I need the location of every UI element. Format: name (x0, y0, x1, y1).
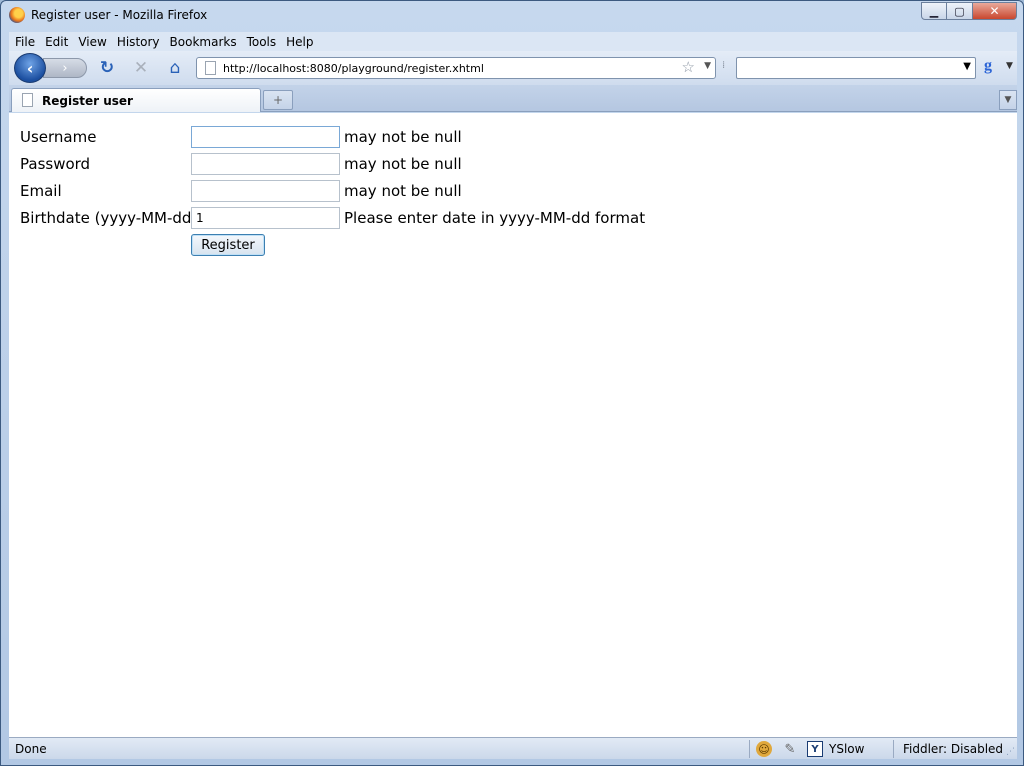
bookmark-star-icon[interactable]: ☆ (682, 58, 695, 76)
menu-history[interactable]: History (112, 35, 165, 49)
menu-edit[interactable]: Edit (40, 35, 73, 49)
url-dropdown-icon[interactable]: ▼ (704, 61, 711, 71)
page-icon (22, 93, 33, 107)
arrow-right-icon: › (62, 60, 68, 76)
menu-bookmarks[interactable]: Bookmarks (165, 35, 242, 49)
yslow-label[interactable]: YSlow (829, 742, 864, 756)
back-button[interactable]: ‹ (14, 53, 46, 83)
greasemonkey-icon[interactable]: ☺ (756, 741, 772, 757)
menu-bar: File Edit View History Bookmarks Tools H… (9, 32, 1017, 51)
email-error: may not be null (344, 182, 462, 200)
username-label: Username (20, 128, 97, 146)
resize-grip-icon[interactable]: ⋰ (1006, 747, 1015, 757)
tab-register-user[interactable]: Register user (11, 88, 261, 112)
search-dropdown-icon[interactable]: ▼ (963, 61, 971, 72)
arrow-left-icon: ‹ (26, 58, 34, 78)
status-text: Done (15, 742, 47, 756)
page-icon (205, 61, 216, 75)
browser-window: Register user - Mozilla Firefox ▁ ▢ ✕ Fi… (0, 0, 1024, 766)
menu-tools[interactable]: Tools (242, 35, 282, 49)
maximize-button[interactable]: ▢ (947, 2, 973, 20)
fiddler-status[interactable]: Fiddler: Disabled (903, 742, 1003, 756)
caption-buttons: ▁ ▢ ✕ (921, 2, 1017, 20)
search-bar[interactable]: ▼ (736, 57, 976, 79)
minimize-icon: ▁ (929, 4, 939, 18)
maximize-icon: ▢ (954, 4, 965, 18)
email-label: Email (20, 182, 62, 200)
toolbar-grip-icon[interactable]: ⁞ (722, 60, 725, 71)
forward-button[interactable]: › (43, 58, 87, 78)
minimize-button[interactable]: ▁ (921, 2, 947, 20)
title-bar[interactable]: Register user - Mozilla Firefox ▁ ▢ ✕ (1, 1, 1023, 31)
username-input[interactable] (191, 126, 340, 148)
plugin-icon[interactable]: ✎ (782, 741, 798, 757)
close-button[interactable]: ✕ (973, 2, 1017, 20)
navigation-toolbar: › ‹ ↻ ✕ ⌂ ☆ ▼ ⁞ ▼ g ▼ (9, 51, 1017, 85)
tab-strip: Register user + ▼ (9, 85, 1017, 112)
password-input[interactable] (191, 153, 340, 175)
form-row-email: Email may not be null (20, 179, 720, 206)
close-icon: ✕ (989, 4, 1000, 18)
password-label: Password (20, 155, 91, 173)
email-input[interactable] (191, 180, 340, 202)
tab-label: Register user (42, 94, 133, 108)
url-input[interactable] (223, 59, 663, 77)
form-row-birthdate: Birthdate (yyyy-MM-dd) Please enter date… (20, 206, 720, 233)
birthdate-error: Please enter date in yyyy-MM-dd format (344, 209, 646, 227)
birthdate-input[interactable] (191, 207, 340, 229)
new-tab-button[interactable]: + (263, 90, 293, 110)
menu-view[interactable]: View (73, 35, 111, 49)
yslow-icon[interactable]: Y (807, 741, 823, 757)
window-title: Register user - Mozilla Firefox (31, 8, 208, 22)
url-bar[interactable]: ☆ ▼ (196, 57, 716, 79)
search-engine-dropdown-icon[interactable]: ▼ (1006, 61, 1013, 71)
menu-help[interactable]: Help (281, 35, 318, 49)
home-icon[interactable]: ⌂ (165, 58, 185, 78)
firefox-logo-icon (9, 7, 25, 23)
status-divider (893, 740, 894, 758)
menu-file[interactable]: File (9, 35, 40, 49)
tab-list-button[interactable]: ▼ (999, 90, 1017, 110)
plus-icon: + (272, 93, 284, 107)
password-error: may not be null (344, 155, 462, 173)
register-button[interactable]: Register (191, 234, 265, 256)
stop-icon[interactable]: ✕ (131, 58, 151, 78)
username-error: may not be null (344, 128, 462, 146)
google-search-engine-icon[interactable]: g (984, 57, 1002, 77)
status-bar: Done ☺ ✎ Y YSlow Fiddler: Disabled ⋰ (9, 737, 1017, 759)
chevron-down-icon: ▼ (1004, 95, 1012, 105)
reload-icon[interactable]: ↻ (97, 58, 117, 78)
status-divider (749, 740, 750, 758)
birthdate-label: Birthdate (yyyy-MM-dd) (20, 209, 198, 227)
page-content: Username may not be null Password may no… (9, 113, 1017, 737)
form-row-password: Password may not be null (20, 152, 720, 179)
form-row-username: Username may not be null (20, 125, 720, 152)
